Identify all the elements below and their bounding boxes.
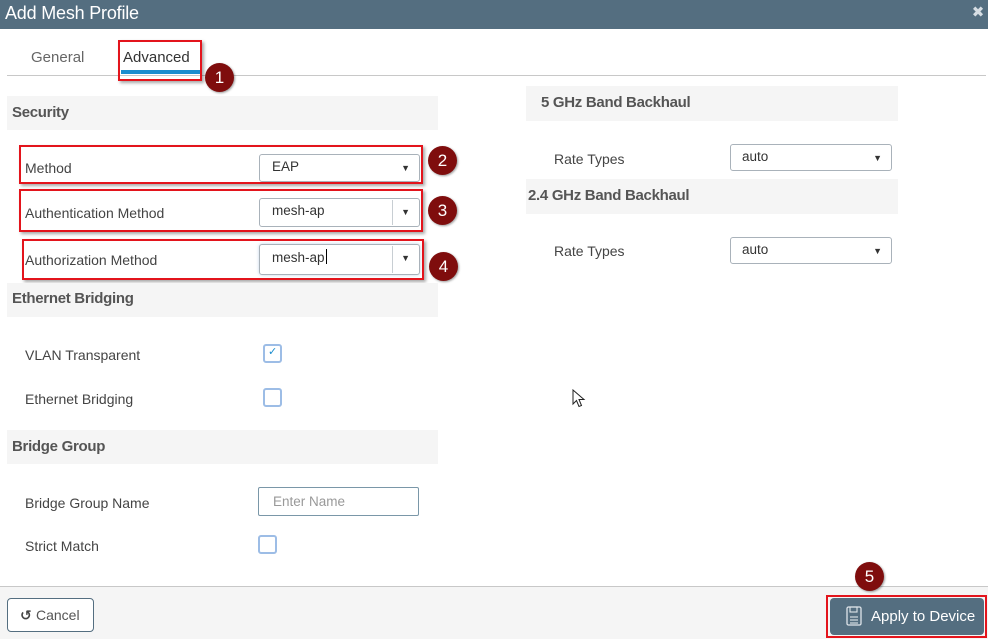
authentication-method-select[interactable]: mesh-ap ▼ bbox=[259, 198, 420, 227]
method-select[interactable]: EAP ▼ bbox=[259, 154, 420, 182]
chevron-down-icon: ▼ bbox=[401, 207, 410, 217]
method-value: EAP bbox=[272, 159, 300, 174]
strict-match-label: Strict Match bbox=[25, 538, 99, 554]
vlan-transparent-label: VLAN Transparent bbox=[25, 347, 141, 363]
rate-types-5ghz-label: Rate Types bbox=[554, 151, 625, 167]
section-security-header: Security bbox=[7, 96, 438, 130]
section-security-title: Security bbox=[12, 104, 69, 121]
tab-general[interactable]: General bbox=[31, 49, 84, 66]
cancel-button[interactable]: ↺ Cancel bbox=[7, 598, 94, 632]
rate-types-5ghz-value: auto bbox=[742, 149, 769, 164]
active-tab-indicator bbox=[121, 70, 201, 74]
tab-advanced[interactable]: Advanced bbox=[123, 49, 190, 66]
section-5ghz-header: 5 GHz Band Backhaul bbox=[526, 86, 898, 121]
ethernet-bridging-checkbox[interactable] bbox=[263, 388, 282, 407]
dialog-title: Add Mesh Profile bbox=[5, 3, 139, 23]
close-icon[interactable]: ✖ bbox=[971, 5, 985, 21]
checkmark-icon: ✓ bbox=[268, 346, 278, 358]
rate-types-24ghz-label: Rate Types bbox=[554, 243, 625, 259]
chevron-down-icon: ▼ bbox=[873, 153, 882, 163]
method-label: Method bbox=[25, 160, 72, 176]
apply-to-device-label: Apply to Device bbox=[871, 608, 976, 625]
dialog-titlebar: Add Mesh Profile ✖ bbox=[0, 0, 988, 29]
annotation-badge-1: 1 bbox=[205, 63, 234, 92]
authorization-method-label: Authorization Method bbox=[25, 252, 158, 268]
vlan-transparent-checkbox[interactable]: ✓ bbox=[263, 344, 282, 363]
mouse-pointer-icon bbox=[572, 389, 586, 408]
section-bridge-group-header: Bridge Group bbox=[7, 430, 438, 464]
dialog-footer: ↺ Cancel Apply to Device bbox=[0, 586, 988, 639]
ethernet-bridging-label: Ethernet Bridging bbox=[25, 391, 134, 407]
authorization-method-select[interactable]: mesh-ap ▼ bbox=[259, 244, 420, 275]
section-ethernet-bridging-header: Ethernet Bridging bbox=[7, 283, 438, 317]
section-ethernet-bridging-title: Ethernet Bridging bbox=[12, 290, 134, 307]
section-5ghz-title: 5 GHz Band Backhaul bbox=[541, 94, 691, 111]
cancel-button-label: Cancel bbox=[36, 607, 80, 623]
section-bridge-group-title: Bridge Group bbox=[12, 438, 106, 455]
bridge-group-name-label: Bridge Group Name bbox=[25, 495, 150, 511]
rate-types-24ghz-value: auto bbox=[742, 242, 769, 257]
chevron-down-icon: ▼ bbox=[401, 163, 410, 173]
authentication-method-label: Authentication Method bbox=[25, 205, 165, 221]
strict-match-checkbox[interactable] bbox=[258, 535, 277, 554]
rate-types-5ghz-select[interactable]: auto ▼ bbox=[730, 144, 892, 171]
apply-to-device-button[interactable]: Apply to Device bbox=[830, 598, 984, 635]
annotation-badge-4: 4 bbox=[429, 252, 458, 281]
tab-bar: General Advanced bbox=[7, 30, 986, 76]
authorization-method-value: mesh-ap bbox=[272, 250, 325, 265]
bridge-group-name-input[interactable] bbox=[258, 487, 419, 516]
chevron-down-icon: ▼ bbox=[873, 246, 882, 256]
chevron-down-icon: ▼ bbox=[401, 253, 410, 263]
undo-icon: ↺ bbox=[20, 607, 32, 623]
annotation-badge-2: 2 bbox=[428, 146, 457, 175]
annotation-badge-5: 5 bbox=[855, 562, 884, 591]
annotation-badge-3: 3 bbox=[428, 196, 457, 225]
section-24ghz-title: 2.4 GHz Band Backhaul bbox=[528, 187, 690, 204]
rate-types-24ghz-select[interactable]: auto ▼ bbox=[730, 237, 892, 264]
save-floppy-icon bbox=[846, 606, 862, 626]
authentication-method-value: mesh-ap bbox=[272, 203, 325, 218]
text-caret bbox=[325, 249, 327, 264]
section-24ghz-header: 2.4 GHz Band Backhaul bbox=[526, 179, 898, 214]
